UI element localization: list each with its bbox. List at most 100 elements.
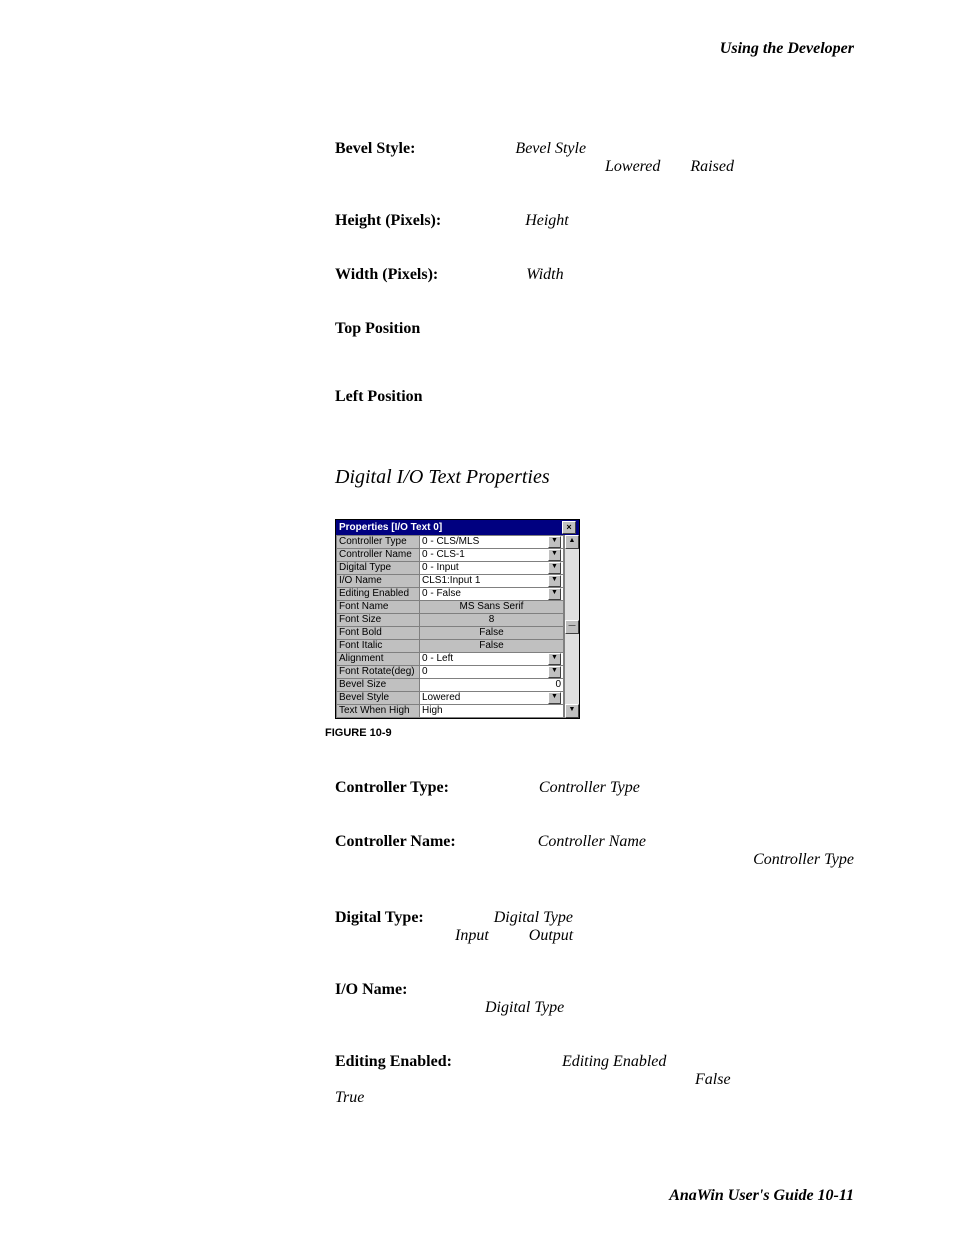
width-row: Width (Pixels): Width [335,266,854,284]
editing-enabled-row: Editing Enabled: Editing Enabled False T… [335,1053,854,1107]
controller-type-label: Controller Type: [335,779,449,797]
dropdown-icon[interactable]: ▼ [548,692,561,704]
property-label: Editing Enabled [337,588,420,601]
property-row: Font NameMS Sans Serif [337,601,564,614]
scroll-thumb[interactable]: — [565,620,579,634]
scroll-track[interactable] [565,549,579,620]
property-label: Font Size [337,614,420,627]
dropdown-icon[interactable]: ▼ [548,666,561,678]
controller-type-value: Controller Type [539,779,640,797]
bevel-style-row: Bevel Style: Bevel Style Lowered Raised [335,140,854,176]
io-name-ref: Digital Type [485,999,564,1017]
bevel-style-label: Bevel Style: [335,140,415,158]
property-label: Font Italic [337,640,420,653]
property-value[interactable]: Lowered▼ [420,692,564,705]
property-value[interactable]: High [420,705,564,718]
width-label: Width (Pixels): [335,266,438,284]
io-name-label: I/O Name: [335,981,407,999]
property-value[interactable]: 0 [420,679,564,692]
window-title: Properties [I/O Text 0] [339,522,442,534]
property-label: Font Name [337,601,420,614]
digital-type-value: Digital Type [494,909,573,927]
property-value[interactable]: 0 - False▼ [420,588,564,601]
properties-grid: Controller Type0 - CLS/MLS▼Controller Na… [336,535,564,718]
property-row: I/O NameCLS1:Input 1▼ [337,575,564,588]
property-label: Alignment [337,653,420,666]
property-label: Bevel Size [337,679,420,692]
property-row: Font BoldFalse [337,627,564,640]
property-row: Font Size8 [337,614,564,627]
property-label: Font Bold [337,627,420,640]
property-value[interactable]: 0 - CLS/MLS▼ [420,536,564,549]
editing-enabled-label: Editing Enabled: [335,1053,452,1071]
scroll-down-icon[interactable]: ▼ [565,704,579,718]
property-value[interactable]: False [420,627,564,640]
property-label: Text When High [337,705,420,718]
property-row: Text When HighHigh [337,705,564,718]
figure-caption: FIGURE 10-9 [325,727,854,739]
page: Using the Developer Bevel Style: Bevel S… [0,0,954,1235]
top-position-row: Top Position [335,320,854,338]
page-footer: AnaWin User's Guide 10-11 [669,1187,854,1205]
property-row: Controller Type0 - CLS/MLS▼ [337,536,564,549]
property-row: Font Rotate(deg)0▼ [337,666,564,679]
dropdown-icon[interactable]: ▼ [548,562,561,574]
property-row: Bevel StyleLowered▼ [337,692,564,705]
window-titlebar: Properties [I/O Text 0] × [336,520,579,535]
properties-window: Properties [I/O Text 0] × Controller Typ… [335,519,580,719]
property-label: I/O Name [337,575,420,588]
property-value[interactable]: 0 - Input▼ [420,562,564,575]
digital-type-label: Digital Type: [335,909,424,927]
digital-type-input: Input [455,927,489,945]
editing-enabled-false: False [695,1071,731,1089]
scroll-up-icon[interactable]: ▲ [565,535,579,549]
property-row: Font ItalicFalse [337,640,564,653]
editing-enabled-value: Editing Enabled [562,1053,666,1071]
controller-name-ref: Controller Type [753,851,854,869]
page-header: Using the Developer [720,40,854,58]
section-title: Digital I/O Text Properties [335,466,854,489]
property-value[interactable]: MS Sans Serif [420,601,564,614]
property-value[interactable]: 8 [420,614,564,627]
property-value[interactable]: 0 - CLS-1▼ [420,549,564,562]
property-value[interactable]: 0▼ [420,666,564,679]
controller-name-row: Controller Name: Controller Name Control… [335,833,854,869]
bevel-style-value: Bevel Style [515,140,586,158]
property-value[interactable]: CLS1:Input 1▼ [420,575,564,588]
dropdown-icon[interactable]: ▼ [548,549,561,561]
dropdown-icon[interactable]: ▼ [548,575,561,587]
dropdown-icon[interactable]: ▼ [548,653,561,665]
property-row: Alignment0 - Left▼ [337,653,564,666]
property-label: Font Rotate(deg) [337,666,420,679]
height-label: Height (Pixels): [335,212,441,230]
scrollbar[interactable]: ▲ — ▼ [564,535,579,718]
io-name-row: I/O Name: Digital Type [335,981,854,1017]
controller-name-value: Controller Name [538,833,646,851]
property-row: Digital Type0 - Input▼ [337,562,564,575]
left-position-row: Left Position [335,388,854,406]
property-value[interactable]: False [420,640,564,653]
property-label: Controller Name [337,549,420,562]
height-value: Height [525,212,569,230]
digital-type-output: Output [529,927,573,945]
bevel-lowered: Lowered [605,158,660,176]
top-position-label: Top Position [335,320,420,338]
property-label: Digital Type [337,562,420,575]
bevel-raised: Raised [690,158,734,176]
controller-type-row: Controller Type: Controller Type [335,779,854,797]
property-value[interactable]: 0 - Left▼ [420,653,564,666]
editing-enabled-true: True [335,1089,364,1106]
property-row: Editing Enabled0 - False▼ [337,588,564,601]
content: Bevel Style: Bevel Style Lowered Raised … [335,40,854,1107]
height-row: Height (Pixels): Height [335,212,854,230]
property-label: Controller Type [337,536,420,549]
left-position-label: Left Position [335,388,423,406]
property-row: Bevel Size0 [337,679,564,692]
scroll-track[interactable] [565,634,579,705]
property-row: Controller Name0 - CLS-1▼ [337,549,564,562]
dropdown-icon[interactable]: ▼ [548,536,561,548]
dropdown-icon[interactable]: ▼ [548,588,561,600]
close-icon[interactable]: × [562,521,576,534]
digital-type-row: Digital Type: Digital Type Input Output [335,909,854,945]
controller-name-label: Controller Name: [335,833,456,851]
